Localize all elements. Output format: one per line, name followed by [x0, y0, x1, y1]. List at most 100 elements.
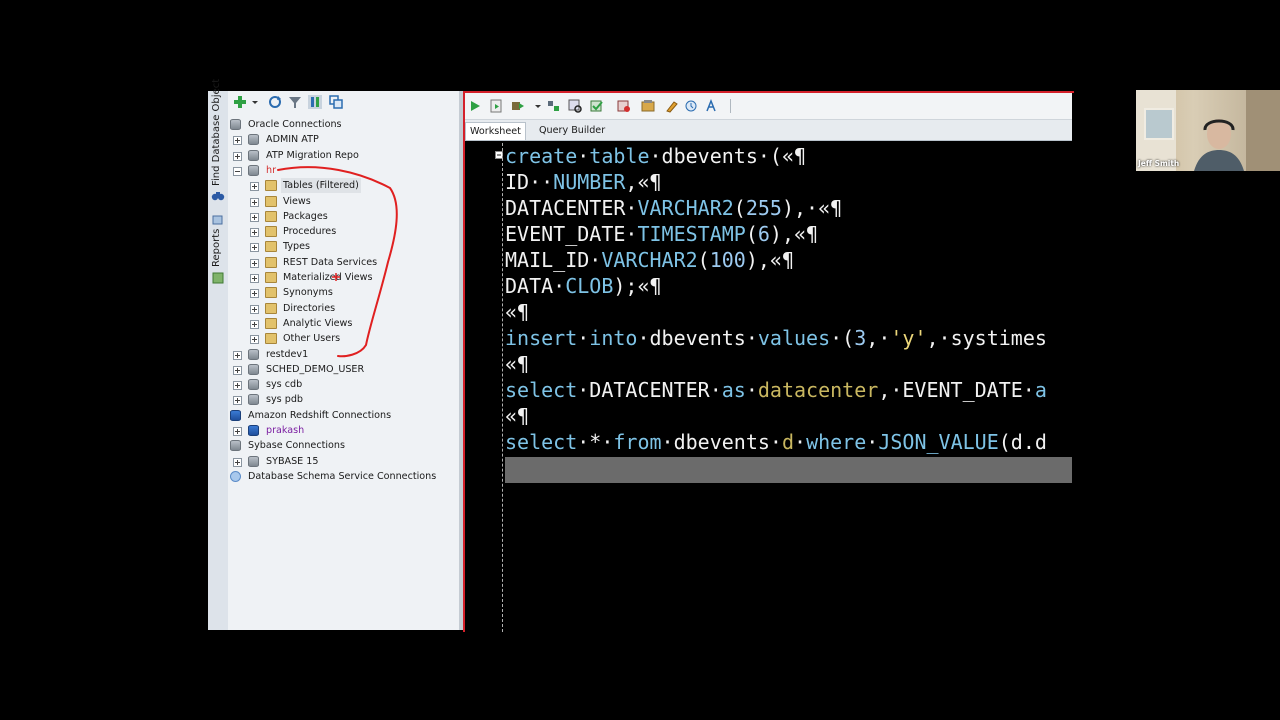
- database-icon: [248, 394, 259, 406]
- code-line[interactable]: select·*·from·dbevents·d·where·JSON_VALU…: [505, 429, 1047, 455]
- autotrace-icon[interactable]: [511, 99, 525, 113]
- reports-tab-icon[interactable]: [212, 214, 224, 226]
- tree-node-label: sys cdb: [266, 379, 303, 391]
- expand-icon[interactable]: [233, 350, 242, 360]
- refresh-icon[interactable]: [268, 95, 282, 109]
- code-line[interactable]: create·table·dbevents·(«¶: [505, 143, 806, 169]
- rollback-icon[interactable]: [617, 99, 631, 113]
- expand-icon[interactable]: [250, 319, 259, 329]
- collapse-icon[interactable]: [329, 95, 343, 109]
- explain-plan-icon[interactable]: [547, 99, 561, 113]
- folder-icon: [265, 241, 277, 253]
- dropdown-icon[interactable]: [532, 99, 546, 113]
- run-statement-icon[interactable]: [468, 99, 482, 113]
- folder-icon: [265, 210, 277, 222]
- sql-worksheet: Worksheet Query Builder create·table·dbe…: [463, 91, 1074, 632]
- code-line[interactable]: ID··NUMBER,«¶: [505, 169, 662, 195]
- folder-icon: [265, 195, 277, 207]
- binoculars-icon[interactable]: [211, 190, 225, 202]
- code-line[interactable]: EVENT_DATE·TIMESTAMP(6),«¶: [505, 221, 818, 247]
- tree-node-label: Views: [283, 195, 311, 207]
- tree-node-label: Database Schema Service Connections: [248, 470, 437, 482]
- code-line[interactable]: DATA·CLOB);«¶: [505, 273, 662, 299]
- database-icon: [248, 149, 259, 161]
- tree-node-label: prakash: [266, 425, 305, 436]
- expand-icon[interactable]: [233, 457, 242, 467]
- redshift-icon: [248, 425, 259, 436]
- code-line[interactable]: «¶: [505, 351, 529, 377]
- unshared-sql-icon[interactable]: [641, 99, 655, 113]
- folder-icon: [265, 287, 277, 299]
- expand-icon[interactable]: [250, 182, 259, 192]
- reports-icon[interactable]: [211, 271, 225, 285]
- expand-icon[interactable]: [250, 197, 259, 207]
- tab-query-builder[interactable]: Query Builder: [535, 122, 609, 139]
- folder-icon: [265, 302, 277, 314]
- dropdown-icon[interactable]: [251, 95, 259, 109]
- expand-icon[interactable]: [250, 304, 259, 314]
- database-icon: [248, 134, 259, 146]
- expand-icon[interactable]: [250, 335, 259, 345]
- folder-icon: [265, 333, 277, 345]
- tree-node-label: SCHED_DEMO_USER: [266, 363, 365, 375]
- worksheet-toolbar: [465, 93, 1072, 120]
- expand-icon[interactable]: [233, 396, 242, 406]
- tree-node-label: Directories: [283, 302, 336, 314]
- tree-node-label: Materialized Views: [283, 272, 373, 283]
- tree-node-label: Oracle Connections: [248, 119, 342, 130]
- tree-node-label: Types: [283, 241, 311, 253]
- filter-icon[interactable]: [288, 95, 302, 109]
- expand-icon[interactable]: [233, 151, 242, 161]
- expand-icon[interactable]: [250, 243, 259, 253]
- code-editor[interactable]: create·table·dbevents·(«¶ ID··NUMBER,«¶ DA…: [465, 143, 1072, 632]
- run-script-icon[interactable]: [489, 99, 503, 113]
- code-line[interactable]: «¶: [505, 299, 529, 325]
- fold-gutter: [502, 143, 504, 632]
- expand-icon[interactable]: [250, 212, 259, 222]
- participant-name: Jeff Smith: [1138, 159, 1180, 168]
- tree-node-label: Analytic Views: [283, 317, 353, 329]
- expand-icon[interactable]: [250, 228, 259, 238]
- tree-node-label: Synonyms: [283, 287, 333, 299]
- collapse-icon[interactable]: [233, 166, 242, 176]
- tree-node-label: ATP Migration Repo: [266, 149, 359, 161]
- expand-icon[interactable]: [250, 258, 259, 268]
- expand-icon[interactable]: [233, 136, 242, 146]
- database-icon: [248, 379, 259, 391]
- tree-node-label: Tables (Filtered): [281, 178, 361, 194]
- cloud-icon: [230, 470, 241, 482]
- add-icon[interactable]: [233, 95, 247, 109]
- expand-icon[interactable]: [250, 274, 259, 283]
- connections-toolbar: [228, 91, 459, 113]
- code-line[interactable]: MAIL_ID·VARCHAR2(100),«¶: [505, 247, 794, 273]
- folder-icon: [265, 317, 277, 329]
- database-icon: [230, 440, 241, 452]
- clear-icon[interactable]: [665, 99, 679, 113]
- format-icon[interactable]: [705, 99, 719, 113]
- tree-node-label: SYBASE 15: [266, 455, 319, 467]
- database-icon: [248, 455, 259, 467]
- tab-worksheet[interactable]: Worksheet: [465, 122, 526, 140]
- expand-icon[interactable]: [233, 427, 242, 436]
- sql-history-icon[interactable]: [684, 99, 698, 113]
- commit-icon[interactable]: [590, 99, 604, 113]
- tree-node-label: REST Data Services: [283, 256, 378, 268]
- tree-node-label: hr: [266, 164, 277, 176]
- expand-icon[interactable]: [233, 365, 242, 375]
- folder-icon: [265, 226, 277, 238]
- schema-browser-icon[interactable]: [308, 95, 322, 109]
- current-line-highlight: [505, 457, 1072, 483]
- worksheet-tabs: Worksheet Query Builder: [465, 120, 1072, 141]
- sql-tuning-icon[interactable]: [568, 99, 582, 113]
- code-line[interactable]: insert·into·dbevents·values·(3,·'y',·sys…: [505, 325, 1047, 351]
- code-line[interactable]: DATACENTER·VARCHAR2(255),·«¶: [505, 195, 842, 221]
- expand-icon[interactable]: [233, 381, 242, 391]
- code-line[interactable]: «¶: [505, 403, 529, 429]
- code-line[interactable]: select·DATACENTER·as·datacenter,·EVENT_D…: [505, 377, 1047, 403]
- find-database-object-tab[interactable]: Find Database Object: [211, 79, 222, 186]
- tree-node-label: Sybase Connections: [248, 440, 345, 452]
- expand-icon[interactable]: [250, 289, 259, 299]
- folder-icon: [265, 180, 277, 192]
- reports-tab[interactable]: Reports: [211, 229, 222, 267]
- tree-node-label: Amazon Redshift Connections: [248, 409, 392, 421]
